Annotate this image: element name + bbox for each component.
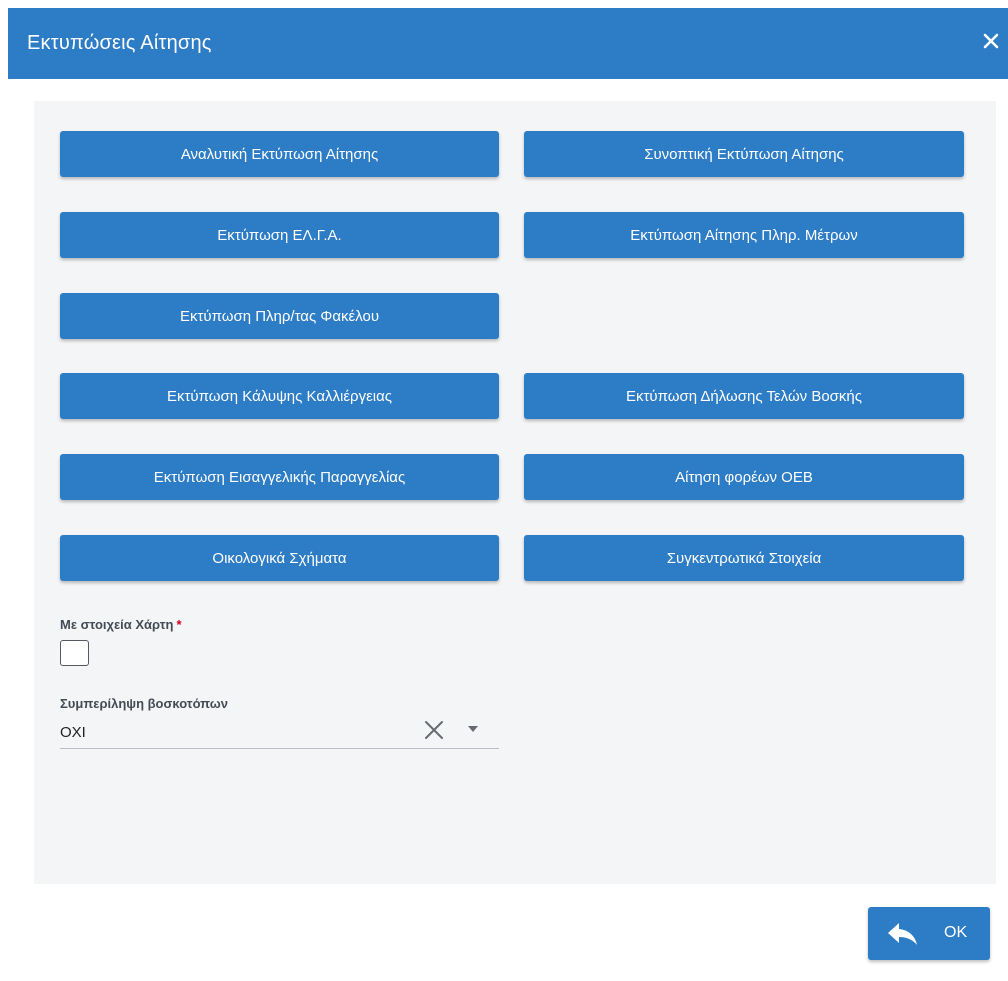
crop-coverage-print-button[interactable]: Εκτύπωση Κάλυψης Καλλιέργειας [60, 373, 499, 419]
reply-arrow-icon [888, 923, 917, 945]
dialog-title: Εκτυπώσεις Αίτησης [27, 32, 212, 54]
caret-down-icon[interactable] [467, 724, 479, 734]
print-dialog: Εκτυπώσεις Αίτησης Αναλυτική Εκτύπωση Αί… [8, 8, 1008, 981]
map-data-label-text: Με στοιχεία Χάρτη [60, 617, 174, 632]
clear-icon[interactable] [422, 718, 446, 742]
prosecutor-order-print-button[interactable]: Εκτύπωση Εισαγγελικής Παραγγελίας [60, 454, 499, 500]
ok-label: OK [944, 924, 968, 941]
ok-button[interactable]: OK [868, 907, 990, 960]
aggregate-data-button[interactable]: Συγκεντρωτικά Στοιχεία [524, 535, 964, 581]
map-data-label: Με στοιχεία Χάρτη * [60, 617, 182, 632]
pasture-select[interactable]: ΟΧΙ [60, 712, 499, 749]
required-marker: * [176, 617, 182, 632]
map-data-checkbox[interactable] [60, 640, 89, 666]
close-icon[interactable] [978, 28, 1004, 54]
grazing-fees-print-button[interactable]: Εκτύπωση Δήλωσης Τελών Βοσκής [524, 373, 964, 419]
dialog-titlebar: Εκτυπώσεις Αίτησης [8, 8, 1008, 79]
summary-print-button[interactable]: Συνοπτική Εκτύπωση Αίτησης [524, 131, 964, 177]
pasture-field-label: Συμπερίληψη βοσκοτόπων [60, 696, 228, 711]
oeb-application-button[interactable]: Αίτηση φορέων ΟΕΒ [524, 454, 964, 500]
elga-print-button[interactable]: Εκτύπωση ΕΛ.Γ.Α. [60, 212, 499, 258]
folder-print-button[interactable]: Εκτύπωση Πληρ/τας Φακέλου [60, 293, 499, 339]
measures-print-button[interactable]: Εκτύπωση Αίτησης Πληρ. Μέτρων [524, 212, 964, 258]
analytic-print-button[interactable]: Αναλυτική Εκτύπωση Αίτησης [60, 131, 499, 177]
print-options-panel: Αναλυτική Εκτύπωση Αίτησης Συνοπτική Εκτ… [34, 101, 996, 884]
eco-schemes-button[interactable]: Οικολογικά Σχήματα [60, 535, 499, 581]
pasture-select-value: ΟΧΙ [60, 724, 86, 741]
